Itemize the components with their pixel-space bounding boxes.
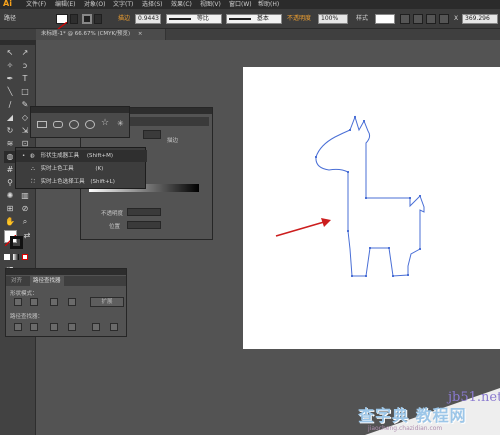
tab-align[interactable]: 对齐 [8, 276, 25, 286]
annotation-arrow [275, 218, 331, 237]
ellipse-shape-icon[interactable] [69, 120, 79, 129]
rounded-rect-shape-icon[interactable] [53, 121, 63, 128]
flyout-item-live-paint[interactable]: ⛬ 实时上色工具 (K) [16, 163, 147, 175]
selection-tool-icon[interactable]: ↖ [4, 47, 16, 59]
symbol-sprayer-icon[interactable]: ✺ [4, 190, 16, 202]
pathfinders-label: 路径查找器： [10, 314, 44, 320]
pen-tool-icon[interactable]: ✒ [4, 73, 16, 85]
zoom-tool-icon[interactable]: ⌕ [19, 216, 31, 228]
shape-builder-glyph-icon: ◍ [30, 153, 35, 159]
flyout-label: 实时上色选择工具 [40, 179, 85, 185]
minus-front-icon[interactable] [30, 298, 38, 306]
tools-panel-header[interactable] [0, 40, 36, 45]
magic-wand-icon[interactable]: ✧ [4, 60, 16, 72]
outline-icon[interactable] [92, 323, 100, 331]
paintbrush-icon[interactable]: ∕ [4, 99, 16, 111]
shape-panel-header[interactable] [31, 107, 129, 113]
tools-panel: ↖ ↗ ✧ ↄ ✒ T ╲ □ ∕ ✎ ◢ ◇ ↻ ⇲ ≋ ⊡ ◍ ▦ # ▤ … [0, 40, 36, 435]
lasso-icon[interactable]: ↄ [19, 60, 31, 72]
direct-selection-tool-icon[interactable]: ↗ [19, 47, 31, 59]
none-mode-icon[interactable] [22, 254, 28, 260]
type-tool-icon[interactable]: T [19, 73, 31, 85]
merge-icon[interactable] [50, 323, 58, 331]
gradient-stroke-label: 描边 [167, 138, 179, 144]
slice-tool-icon[interactable]: ⊘ [19, 203, 31, 215]
expand-button[interactable]: 扩展 [90, 297, 124, 307]
minus-back-icon[interactable] [110, 323, 118, 331]
shape-modes-label: 形状模式： [10, 291, 38, 297]
pathfinder-panel: 对齐 路径查找器 形状模式： 扩展 路径查找器： [5, 268, 127, 337]
watermark-text: 查字典 教程网 [358, 406, 467, 425]
flyout-item-live-paint-select[interactable]: ⛶ 实时上色选择工具 (Shift+L) [16, 176, 147, 188]
intersect-icon[interactable] [50, 298, 58, 306]
gradient-opacity-label: 不透明度 [101, 211, 124, 217]
star-shape-icon[interactable]: ☆ [101, 118, 109, 128]
live-paint-icon: ⛬ [31, 166, 35, 172]
flyout-shortcut: (Shift+L) [90, 179, 115, 185]
watermark-subtext: jiaocheng.chazidian.com [368, 425, 443, 432]
graph-tool-icon[interactable]: ▥ [19, 190, 31, 202]
pathfinder-panel-header[interactable] [6, 269, 126, 275]
rotate-icon[interactable]: ↻ [4, 125, 16, 137]
live-paint-select-icon: ⛶ [31, 179, 35, 185]
gradient-position-dropdown[interactable] [127, 221, 161, 229]
exclude-icon[interactable] [68, 298, 76, 306]
trim-icon[interactable] [30, 323, 38, 331]
blob-brush-icon[interactable]: ◢ [4, 112, 16, 124]
flyout-shortcut: (Shift+M) [86, 153, 113, 159]
flyout-shortcut: (K) [95, 166, 104, 172]
unite-icon[interactable] [14, 298, 22, 306]
canvas-overlay [275, 115, 425, 277]
hand-tool-icon[interactable]: ✋ [4, 216, 16, 228]
gradient-position-label: 位置 [109, 224, 121, 230]
bullet-icon: • [22, 153, 26, 159]
artboard-tool-icon[interactable]: ⊞ [4, 203, 16, 215]
flyout-label: 形状生成器工具 [40, 153, 80, 159]
flyout-label: 实时上色工具 [40, 166, 74, 172]
gradient-mode-icon[interactable] [13, 254, 19, 260]
tab-pathfinder[interactable]: 路径查找器 [30, 276, 64, 286]
gradient-type-button[interactable] [143, 130, 161, 139]
color-mode-icon[interactable] [4, 254, 10, 260]
shape-builder-flyout: • ◍ 形状生成器工具 (Shift+M) ⛬ 实时上色工具 (K) ⛶ 实时上… [15, 147, 147, 189]
flyout-item-shape-builder[interactable]: • ◍ 形状生成器工具 (Shift+M) [16, 150, 147, 162]
flare-shape-icon[interactable]: ✳ [117, 119, 124, 128]
shape-tools-panel: ☆ ✳ [30, 106, 130, 138]
gradient-opacity-dropdown[interactable] [127, 208, 161, 216]
giraffe-path[interactable] [315, 115, 425, 277]
rectangle-tool-icon[interactable]: □ [19, 86, 31, 98]
line-tool-icon[interactable]: ╲ [4, 86, 16, 98]
polygon-shape-icon[interactable] [85, 120, 95, 129]
crop-icon[interactable] [68, 323, 76, 331]
divide-icon[interactable] [14, 323, 22, 331]
rectangle-shape-icon[interactable] [37, 121, 47, 128]
swap-colors-icon[interactable]: ⇄ [21, 230, 33, 242]
